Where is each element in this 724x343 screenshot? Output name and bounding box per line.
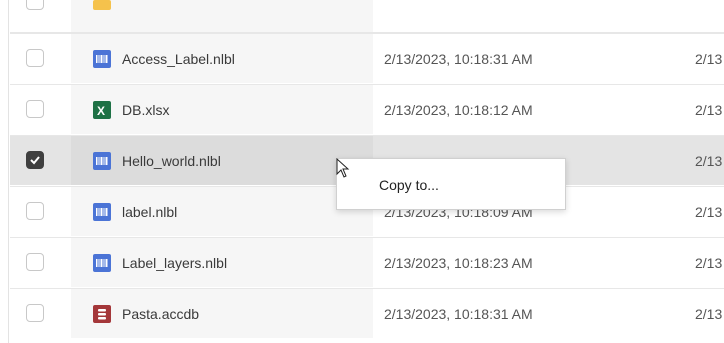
file-modified: 2/13/2023, 10:18:31 AM — [384, 306, 533, 322]
context-menu: Copy to... — [336, 158, 566, 210]
file-modified-2: 2/13 — [695, 51, 723, 67]
name-cell — [71, 136, 373, 185]
table-row-partial[interactable] — [10, 0, 724, 33]
file-modified-2: 2/13 — [695, 255, 723, 271]
row-checkbox[interactable] — [26, 304, 44, 322]
access-file-icon — [93, 305, 111, 323]
row-checkbox-checked[interactable] — [26, 151, 44, 169]
file-modified-2: 2/13 — [695, 153, 723, 169]
name-cell — [71, 85, 373, 134]
file-modified-2: 2/13 — [695, 102, 723, 118]
row-checkbox[interactable] — [26, 202, 44, 220]
file-name[interactable]: label.nlbl — [122, 204, 177, 220]
table-row[interactable]: Access_Label.nlbl 2/13/2023, 10:18:31 AM… — [10, 33, 724, 83]
file-modified-2: 2/13 — [695, 306, 723, 322]
table-row[interactable]: Label_layers.nlbl 2/13/2023, 10:18:23 AM… — [10, 237, 724, 287]
file-name[interactable]: Label_layers.nlbl — [122, 255, 227, 271]
svg-text:X: X — [97, 104, 105, 118]
table-row[interactable]: X DB.xlsx 2/13/2023, 10:18:12 AM 2/13 — [10, 84, 724, 134]
name-cell — [71, 0, 373, 32]
excel-file-icon: X — [93, 101, 111, 119]
file-modified: 2/13/2023, 10:18:31 AM — [384, 51, 533, 67]
file-modified: 2/13/2023, 10:18:23 AM — [384, 255, 533, 271]
file-name[interactable]: Pasta.accdb — [122, 306, 199, 322]
file-name[interactable]: Hello_world.nlbl — [122, 153, 221, 169]
nlbl-file-icon — [93, 254, 111, 272]
context-menu-copy-to[interactable]: Copy to... — [379, 177, 439, 193]
file-modified-2: 2/13 — [695, 204, 723, 220]
file-modified: 2/13/2023, 10:18:12 AM — [384, 102, 533, 118]
nlbl-file-icon — [93, 50, 111, 68]
row-checkbox[interactable] — [26, 0, 44, 10]
nlbl-file-icon — [93, 203, 111, 221]
file-name[interactable]: DB.xlsx — [122, 102, 169, 118]
name-cell — [71, 187, 373, 236]
file-name[interactable]: Access_Label.nlbl — [122, 51, 235, 67]
table-row[interactable]: Pasta.accdb 2/13/2023, 10:18:31 AM 2/13 — [10, 288, 724, 338]
name-cell — [71, 289, 373, 338]
row-checkbox[interactable] — [26, 49, 44, 67]
folder-icon — [93, 0, 111, 10]
mouse-cursor-icon — [336, 158, 350, 178]
row-checkbox[interactable] — [26, 100, 44, 118]
nlbl-file-icon — [93, 152, 111, 170]
row-checkbox[interactable] — [26, 253, 44, 271]
